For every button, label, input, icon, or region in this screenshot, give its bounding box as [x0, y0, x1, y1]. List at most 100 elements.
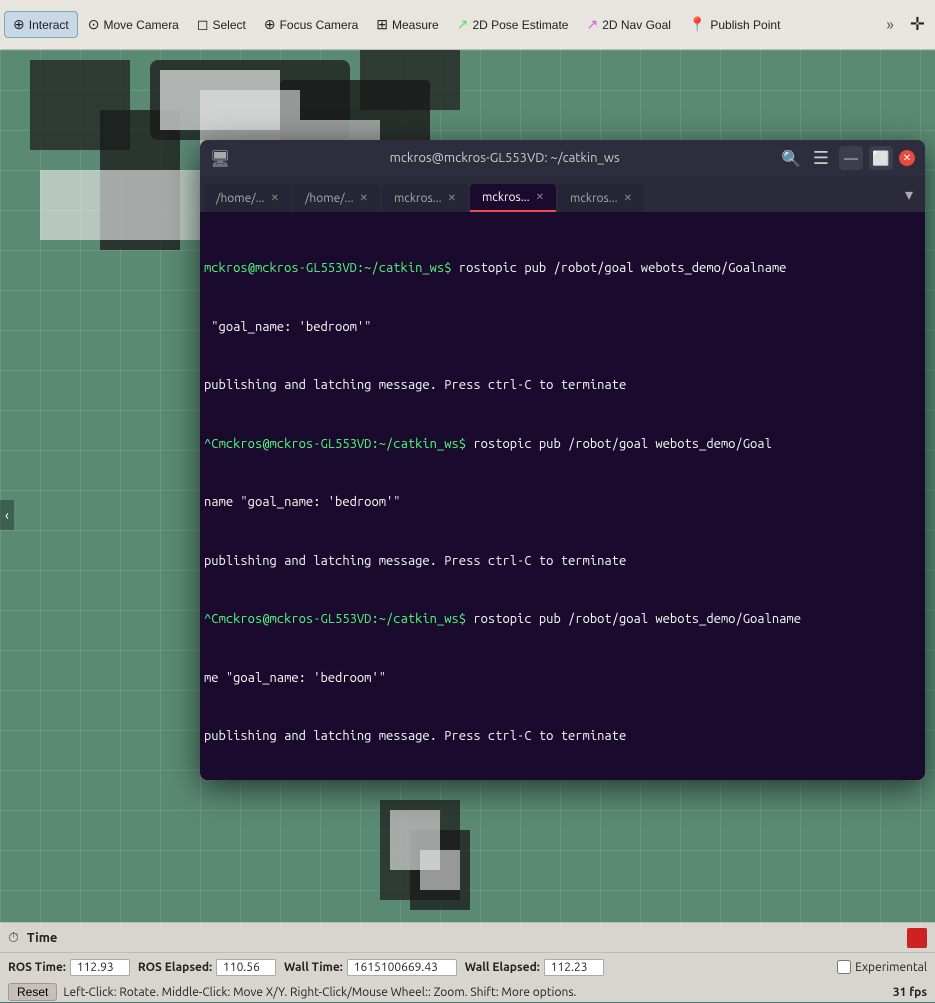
statusbar-mid: ROS Time: 112.93 ROS Elapsed: 110.56 Wal…	[0, 953, 935, 981]
move-camera-icon: ⊙	[88, 16, 100, 33]
pose-estimate-label: 2D Pose Estimate	[472, 18, 568, 32]
term-line-3: publishing and latching message. Press c…	[204, 376, 921, 396]
terminal-titlebar: 🖥 mckros@mckros-GL553VD: ~/catkin_ws 🔍 ☰…	[200, 140, 925, 176]
term-line-8: me "goal_name: 'bedroom'"	[204, 669, 921, 689]
focus-camera-button[interactable]: ⊕ Focus Camera	[256, 12, 366, 37]
terminal-window: 🖥 mckros@mckros-GL553VD: ~/catkin_ws 🔍 ☰…	[200, 140, 925, 780]
terminal-tabs-more[interactable]: ▾	[897, 185, 921, 204]
select-label: Select	[212, 18, 245, 32]
term-line-2: "goal_name: 'bedroom'"	[204, 318, 921, 338]
term-cmd-7: rostopic pub /robot/goal webots_demo/Goa…	[466, 612, 801, 626]
terminal-tab-5-close[interactable]: ✕	[624, 192, 632, 204]
terminal-title: mckros@mckros-GL553VD: ~/catkin_ws	[238, 151, 771, 165]
measure-button[interactable]: ⊞ Measure	[368, 12, 446, 37]
focus-camera-label: Focus Camera	[280, 18, 359, 32]
term-output-9: publishing and latching message. Press c…	[204, 729, 626, 743]
term-line-7: ^Cmckros@mckros-GL553VD:~/catkin_ws$ ros…	[204, 610, 921, 630]
focus-camera-icon: ⊕	[264, 16, 276, 33]
statusbar: ⏱ Time ROS Time: 112.93 ROS Elapsed: 110…	[0, 922, 935, 1002]
terminal-tab-5-label: mckros...	[570, 192, 618, 205]
select-button[interactable]: ◻ Select	[189, 12, 254, 37]
ros-time-label: ROS Time:	[8, 961, 66, 974]
term-line-6: publishing and latching message. Press c…	[204, 552, 921, 572]
terminal-minimize-button[interactable]: —	[839, 146, 863, 170]
interact-label: Interact	[29, 18, 69, 32]
interact-button[interactable]: ⊕ Interact	[4, 11, 78, 38]
terminal-menu-button[interactable]: ☰	[809, 146, 833, 170]
terminal-tab-1-label: /home/...	[216, 192, 265, 205]
status-hint: Left-Click: Rotate. Middle-Click: Move X…	[63, 986, 576, 999]
terminal-tab-4-label: mckros...	[482, 191, 530, 204]
measure-icon: ⊞	[376, 16, 388, 33]
term-output-3: publishing and latching message. Press c…	[204, 378, 626, 392]
fps-display: 31 fps	[893, 986, 927, 999]
term-line-9: publishing and latching message. Press c…	[204, 727, 921, 747]
experimental-checkbox[interactable]	[837, 960, 851, 974]
experimental-label: Experimental	[855, 961, 927, 974]
terminal-tabs: /home/... ✕ /home/... ✕ mckros... ✕ mckr…	[200, 176, 925, 212]
terminal-tab-5[interactable]: mckros... ✕	[558, 184, 644, 212]
terminal-search-button[interactable]: 🔍	[779, 146, 803, 170]
move-camera-label: Move Camera	[104, 18, 179, 32]
term-cmd-1: rostopic pub /robot/goal webots_demo/Goa…	[452, 261, 787, 275]
terminal-close-button[interactable]: ✕	[899, 150, 915, 166]
statusbar-bottom: Reset Left-Click: Rotate. Middle-Click: …	[0, 981, 935, 1003]
map-obstacle-5	[30, 60, 130, 150]
ros-elapsed-field: ROS Elapsed: 110.56	[138, 959, 276, 976]
nav-goal-label: 2D Nav Goal	[602, 18, 671, 32]
wall-elapsed-field: Wall Elapsed: 112.23	[465, 959, 604, 976]
terminal-app-icon: 🖥	[210, 149, 230, 168]
terminal-tab-3[interactable]: mckros... ✕	[382, 184, 468, 212]
statusbar-bottom-left: Reset Left-Click: Rotate. Middle-Click: …	[8, 983, 577, 1001]
term-prompt-7b: mckros@mckros-GL553VD:~/catkin_ws$	[219, 612, 467, 626]
terminal-tab-4-close[interactable]: ✕	[536, 191, 544, 203]
left-panel-arrow[interactable]: ‹	[0, 500, 14, 530]
terminal-titlebar-controls: 🔍 ☰ — ⬜ ✕	[779, 146, 915, 170]
toolbar-more-button[interactable]: »	[878, 12, 902, 38]
terminal-tab-4[interactable]: mckros... ✕	[470, 184, 556, 212]
map-wall-6	[420, 850, 460, 890]
record-button[interactable]	[907, 928, 927, 948]
terminal-tab-3-label: mckros...	[394, 192, 442, 205]
publish-point-label: Publish Point	[710, 18, 780, 32]
wall-time-label: Wall Time:	[284, 961, 343, 974]
terminal-tab-2-label: /home/...	[305, 192, 354, 205]
terminal-tab-1-close[interactable]: ✕	[271, 192, 279, 204]
plus-icon: ✛	[910, 14, 925, 35]
publish-point-button[interactable]: 📍 Publish Point	[681, 12, 788, 37]
terminal-tab-3-close[interactable]: ✕	[448, 192, 456, 204]
terminal-maximize-button[interactable]: ⬜	[869, 146, 893, 170]
term-prompt-4: ^C	[204, 437, 219, 451]
terminal-tab-2-close[interactable]: ✕	[360, 192, 368, 204]
term-line-1: mckros@mckros-GL553VD:~/catkin_ws$ rosto…	[204, 259, 921, 279]
publish-point-icon: 📍	[689, 16, 706, 33]
term-output-8: me "goal_name: 'bedroom'"	[204, 671, 386, 685]
terminal-tab-2[interactable]: /home/... ✕	[293, 184, 380, 212]
pose-estimate-icon: ↗	[457, 16, 469, 33]
map-obstacle-3	[360, 50, 460, 110]
term-cmd-4: rostopic pub /robot/goal webots_demo/Goa…	[466, 437, 772, 451]
terminal-tab-1[interactable]: /home/... ✕	[204, 184, 291, 212]
term-line-5: name "goal_name: 'bedroom'"	[204, 493, 921, 513]
term-output-6: publishing and latching message. Press c…	[204, 554, 626, 568]
nav-goal-icon: ↗	[586, 16, 598, 33]
wall-elapsed-value: 112.23	[544, 959, 604, 976]
term-prompt-4b: mckros@mckros-GL553VD:~/catkin_ws$	[219, 437, 467, 451]
2d-pose-estimate-button[interactable]: ↗ 2D Pose Estimate	[449, 12, 577, 37]
ros-time-value: 112.93	[70, 959, 130, 976]
wall-elapsed-label: Wall Elapsed:	[465, 961, 540, 974]
term-prompt-1: mckros@mckros-GL553VD:~/catkin_ws$	[204, 261, 452, 275]
time-label: Time	[27, 931, 57, 945]
term-output-2: "goal_name: 'bedroom'"	[204, 320, 371, 334]
select-icon: ◻	[197, 16, 209, 33]
term-prompt-7: ^C	[204, 612, 219, 626]
toolbar: ⊕ Interact ⊙ Move Camera ◻ Select ⊕ Focu…	[0, 0, 935, 50]
move-camera-button[interactable]: ⊙ Move Camera	[80, 12, 187, 37]
term-output-5: name "goal_name: 'bedroom'"	[204, 495, 401, 509]
toolbar-extra-button[interactable]: ✛	[904, 10, 931, 39]
2d-nav-goal-button[interactable]: ↗ 2D Nav Goal	[578, 12, 678, 37]
statusbar-top: ⏱ Time	[0, 923, 935, 953]
reset-button[interactable]: Reset	[8, 983, 57, 1001]
map-wall-3	[40, 170, 200, 240]
terminal-content[interactable]: mckros@mckros-GL553VD:~/catkin_ws$ rosto…	[200, 212, 925, 780]
